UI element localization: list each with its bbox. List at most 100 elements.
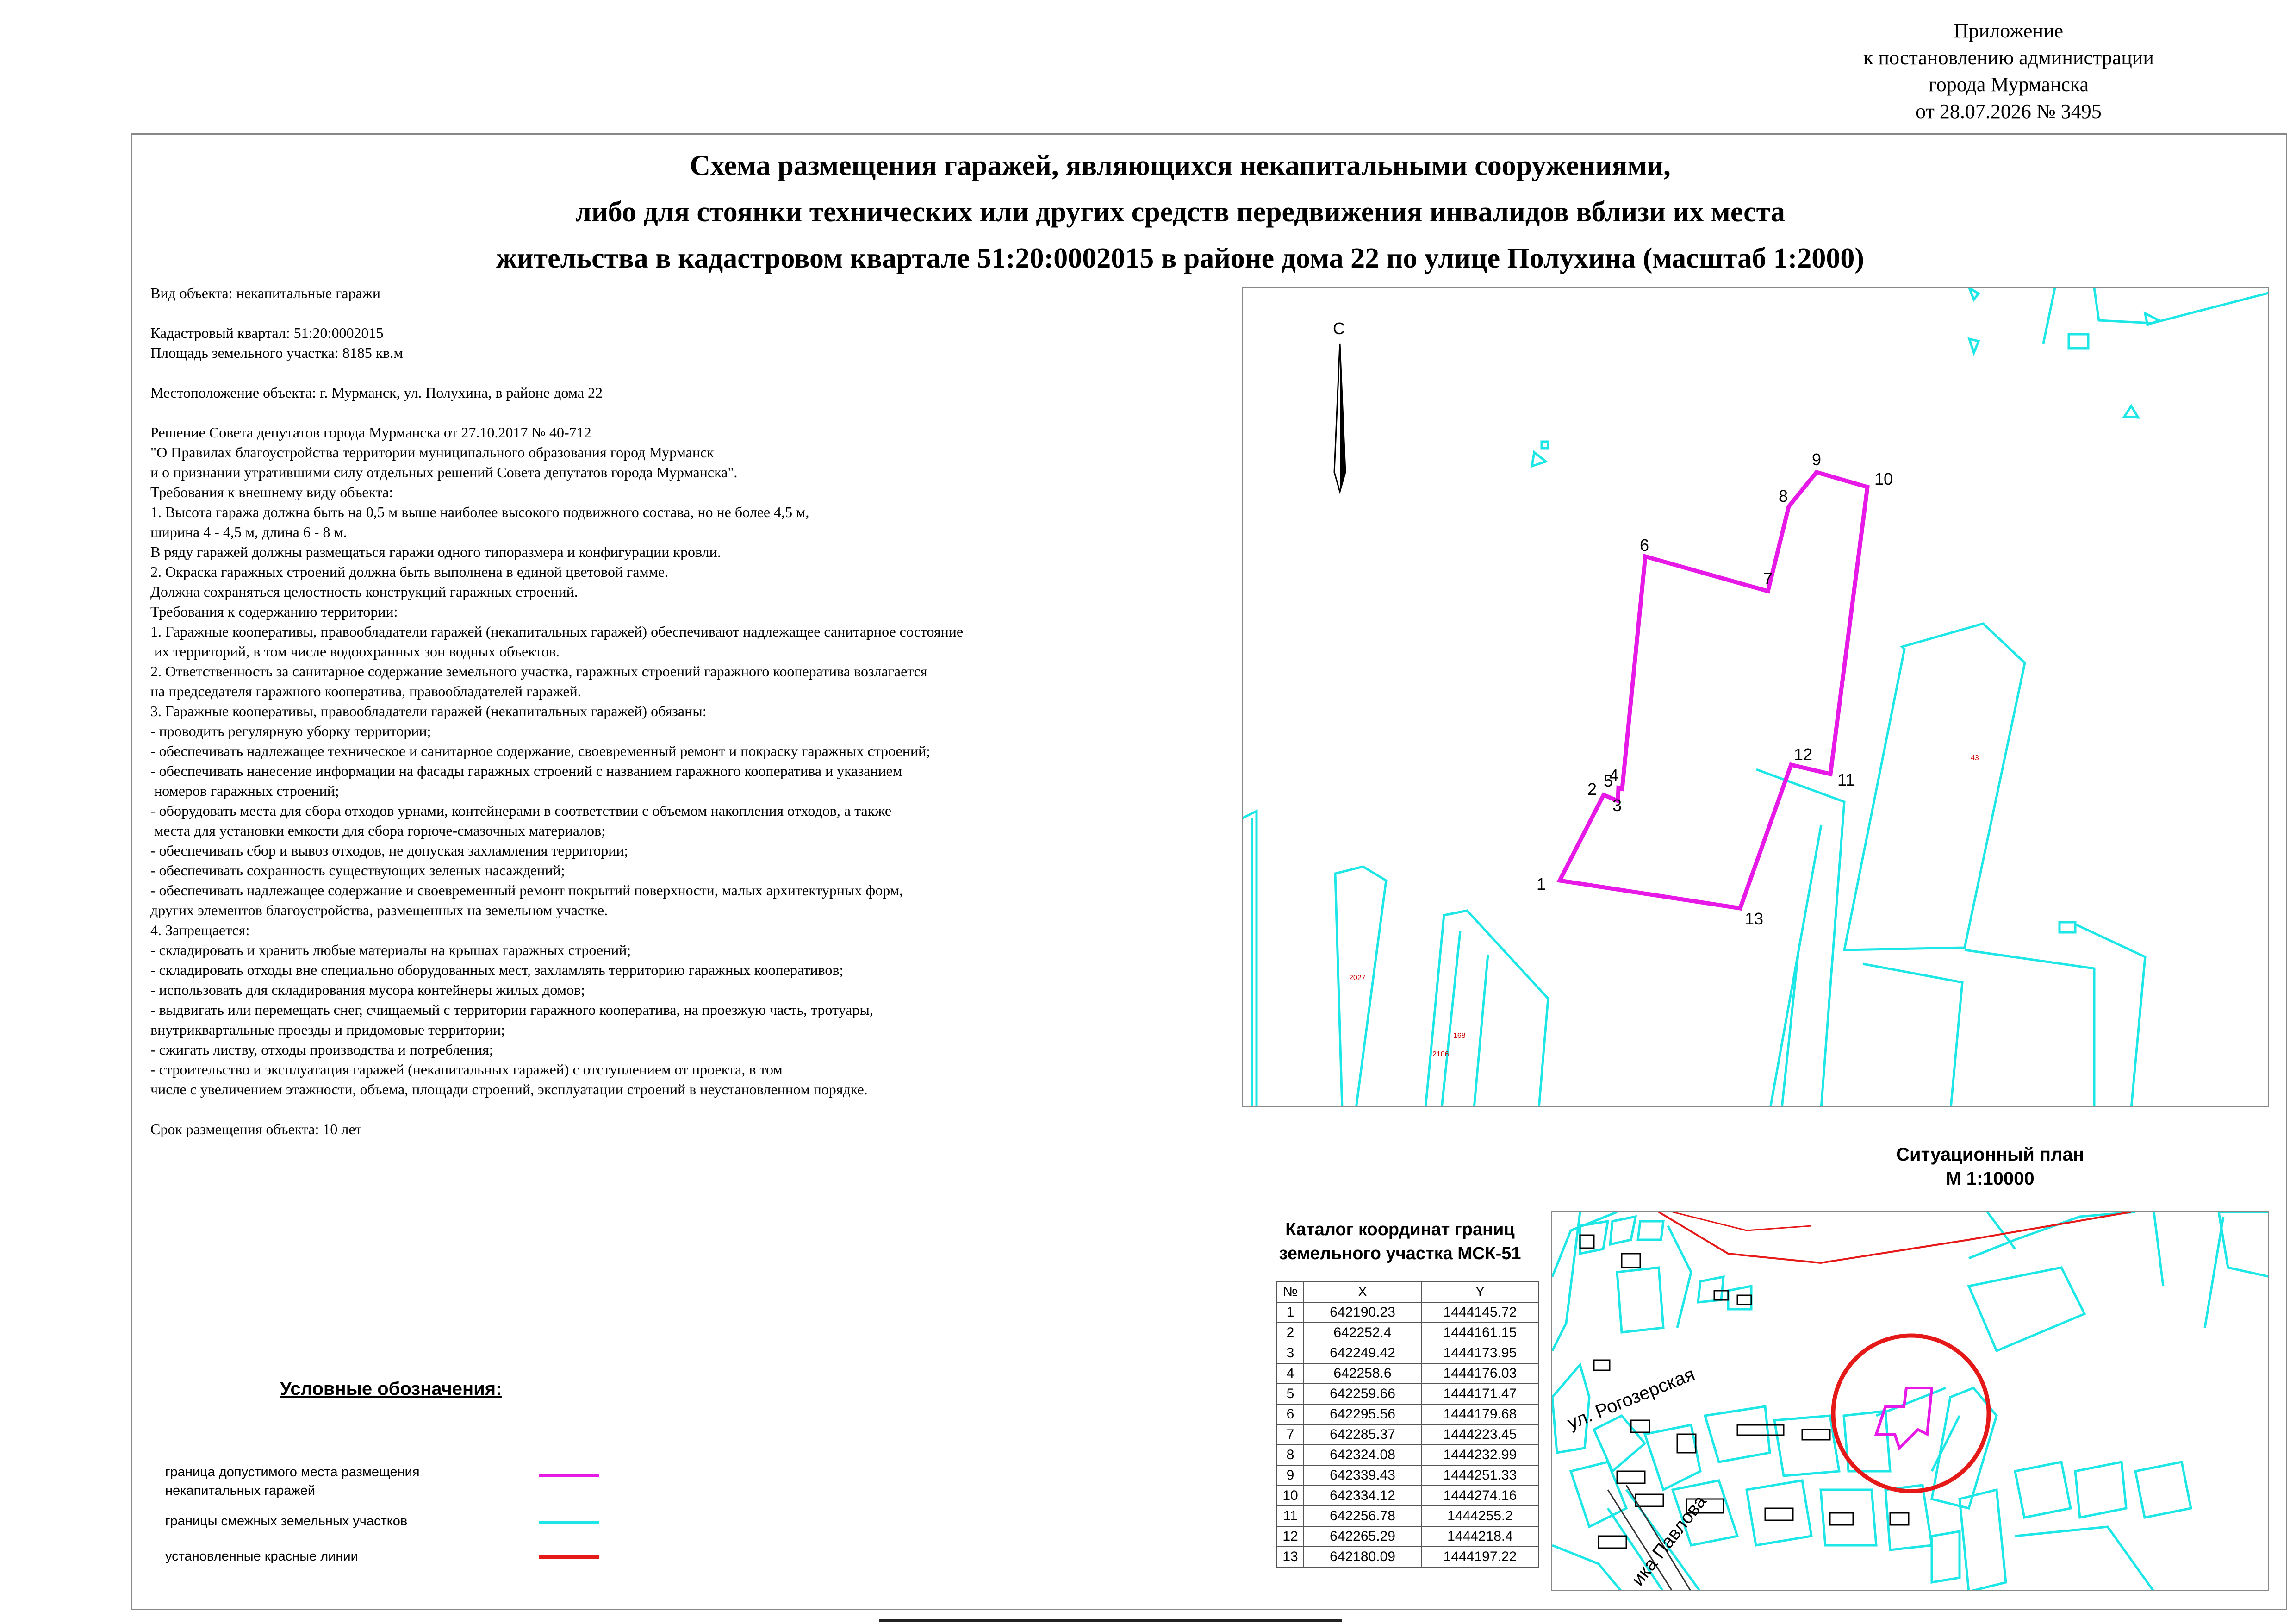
- x-coordinate-cell: 642180.09: [1303, 1546, 1422, 1568]
- table-row: 1 642190.23 1444145.72: [1276, 1302, 1539, 1323]
- x-coordinate-cell: 642334.12: [1303, 1485, 1422, 1506]
- page-title: Схема размещения гаражей, являющихся нек…: [324, 143, 2036, 281]
- y-coordinate-cell: 1444218.4: [1421, 1526, 1539, 1547]
- adjacent-parcel-boundary: [1540, 440, 1549, 450]
- requirements-line: Должна сохраняться целостность конструкц…: [150, 583, 578, 600]
- y-coordinate-cell: 1444145.72: [1421, 1302, 1539, 1323]
- title-line: жительства в кадастровом квартале 51:20:…: [496, 243, 1865, 274]
- adjacent-parcel-boundary: [2143, 311, 2162, 327]
- adjacent-parcel-boundary: [2058, 921, 2077, 934]
- situation-building: [1764, 1507, 1794, 1521]
- situation-parcel-boundary: [1609, 1215, 1637, 1246]
- situation-red-line: [1658, 1212, 2131, 1264]
- adjacent-parcel-boundary: [1530, 450, 1549, 468]
- situation-parcel-boundary: [1876, 1387, 1946, 1417]
- parcel-number-label: 168: [1453, 1032, 1466, 1040]
- boundary-point-label: 12: [1794, 745, 1812, 764]
- table-row: 4 642258.6 1444176.03: [1276, 1363, 1539, 1384]
- title-line: Схема размещения гаражей, являющихся нек…: [690, 150, 1671, 181]
- requirements-line: - складировать отходы вне специально обо…: [150, 962, 844, 978]
- table-row: 9 642339.43 1444251.33: [1276, 1465, 1539, 1486]
- requirements-line: 2. Окраска гаражных строений должна быть…: [150, 563, 669, 580]
- situation-plan-map: ул. Рогозерская ика Павлова: [1551, 1211, 2269, 1591]
- requirements-line: внутриквартальные проезды и придомовые т…: [150, 1021, 505, 1038]
- x-coordinate-cell: 642259.66: [1303, 1383, 1422, 1405]
- y-coordinate-cell: 1444251.33: [1421, 1465, 1539, 1486]
- situation-plan-scale: М 1:10000: [1946, 1168, 2035, 1189]
- x-coordinate-cell: 642339.43: [1303, 1465, 1422, 1486]
- y-coordinate-cell: 1444176.03: [1421, 1363, 1539, 1384]
- boundary-point-label: 13: [1745, 909, 1763, 928]
- table-row: 8 642324.08 1444232.99: [1276, 1444, 1539, 1466]
- north-label: С: [1333, 319, 1345, 338]
- y-coordinate-cell: 1444179.68: [1421, 1404, 1539, 1425]
- table-row: 12 642265.29 1444218.4: [1276, 1526, 1539, 1547]
- requirements-line: числе с увеличением этажности, объема, п…: [150, 1081, 868, 1098]
- requirements-text: Вид объекта: некапитальные гаражи Кадастр…: [150, 283, 1215, 1139]
- coordinates-table-body: 1 642190.23 1444145.72 2 642252.4 1444161.15 3…: [1276, 1302, 1539, 1568]
- situation-parcel-boundary: [1967, 1266, 2086, 1353]
- y-coordinate-cell: 1444274.16: [1421, 1485, 1539, 1506]
- legend-label: некапитальных гаражей: [165, 1483, 316, 1498]
- situation-parcel-boundary: [1819, 1488, 1878, 1547]
- x-coordinate-cell: 642265.29: [1303, 1526, 1422, 1547]
- legend-title: Условные обозначения:: [280, 1379, 502, 1399]
- point-number-cell: 9: [1276, 1465, 1304, 1486]
- requirements-line: Требования к содержанию территории:: [150, 603, 398, 620]
- situation-building: [1621, 1253, 1641, 1268]
- requirements-line: Вид объекта: некапитальные гаражи: [150, 285, 381, 301]
- situation-building: [1889, 1512, 1910, 1526]
- requirements-line: места для установки емкости для сбора го…: [150, 822, 606, 839]
- y-coordinate-cell: 1444171.47: [1421, 1383, 1539, 1405]
- situation-parcel-boundary: [1552, 1212, 1581, 1352]
- column-header-number: №: [1276, 1281, 1304, 1303]
- legend-item-parcel-boundary: граница допустимого места размещения нек…: [165, 1463, 420, 1500]
- legend-swatch-adjacent: [539, 1521, 599, 1524]
- x-coordinate-cell: 642324.08: [1303, 1444, 1422, 1466]
- requirements-line: Решение Совета депутатов города Мурманск…: [150, 424, 591, 441]
- boundary-point-label: 3: [1612, 796, 1622, 815]
- appendix-line: города Мурманска: [1928, 73, 2089, 96]
- parcel-number-label: 2106: [1432, 1050, 1449, 1058]
- appendix-header: Приложение к постановлению администрации…: [1805, 18, 2212, 125]
- situation-plan-title-line: Ситуационный план: [1896, 1144, 2084, 1165]
- adjacent-parcel-boundary: [1964, 949, 2096, 1106]
- table-row: 13 642180.09 1444197.22: [1276, 1546, 1539, 1568]
- main-map: 43 2027 2106 168 С 1 2 3 4 5 6 7 8 9 10 11 12 13: [1242, 287, 2269, 1107]
- situation-parcel-boundary: [1727, 1284, 1753, 1311]
- requirements-line: - оборудовать места для сбора отходов ур…: [150, 802, 892, 819]
- situation-building: [1829, 1512, 1854, 1526]
- requirements-line: [150, 303, 1215, 323]
- legend-item-adjacent-parcels: границы смежных земельных участков: [165, 1512, 407, 1530]
- boundary-point-label: 2: [1587, 780, 1597, 799]
- table-row: 7 642285.37 1444223.45: [1276, 1424, 1539, 1445]
- situation-parcel-boundary: [1958, 1488, 2007, 1590]
- requirements-line: 4. Запрещается:: [150, 922, 250, 938]
- x-coordinate-cell: 642285.37: [1303, 1424, 1422, 1445]
- situation-parcel-boundary: [1636, 1220, 1665, 1241]
- legend-item-red-lines: установленные красные линии: [165, 1547, 358, 1566]
- requirements-line: Местоположение объекта: г. Мурманск, ул.…: [150, 384, 603, 401]
- x-coordinate-cell: 642190.23: [1303, 1302, 1422, 1323]
- requirements-line: - обеспечивать нанесение информации на ф…: [150, 762, 902, 779]
- requirements-line: Кадастровый квартал: 51:20:0002015: [150, 325, 384, 341]
- requirements-line: 3. Гаражные кооперативы, правообладатели…: [150, 703, 707, 719]
- point-number-cell: 7: [1276, 1424, 1304, 1445]
- north-arrow-fill: [1340, 344, 1345, 492]
- adjacent-parcel-boundary: [1243, 809, 1258, 1106]
- point-number-cell: 6: [1276, 1404, 1304, 1425]
- garage-parcel-boundary: [1556, 469, 1870, 911]
- point-number-cell: 1: [1276, 1302, 1304, 1323]
- adjacent-parcel-boundary: [1842, 622, 2026, 951]
- table-row: 5 642259.66 1444171.47: [1276, 1383, 1539, 1405]
- requirements-line: [150, 403, 1215, 423]
- requirements-line: - выдвигать или перемещать снег, счищаем…: [150, 1001, 873, 1018]
- y-coordinate-cell: 1444161.15: [1421, 1322, 1539, 1343]
- boundary-point-label: 8: [1779, 487, 1788, 506]
- situation-red-line: [1672, 1212, 1812, 1231]
- requirements-line: [150, 363, 1215, 383]
- adjacent-parcel-boundary: [2093, 288, 2268, 325]
- situation-parcel-boundary: [2074, 1461, 2128, 1519]
- situation-parcel-boundary: [2014, 1461, 2072, 1519]
- legend-label: установленные красные линии: [165, 1549, 358, 1564]
